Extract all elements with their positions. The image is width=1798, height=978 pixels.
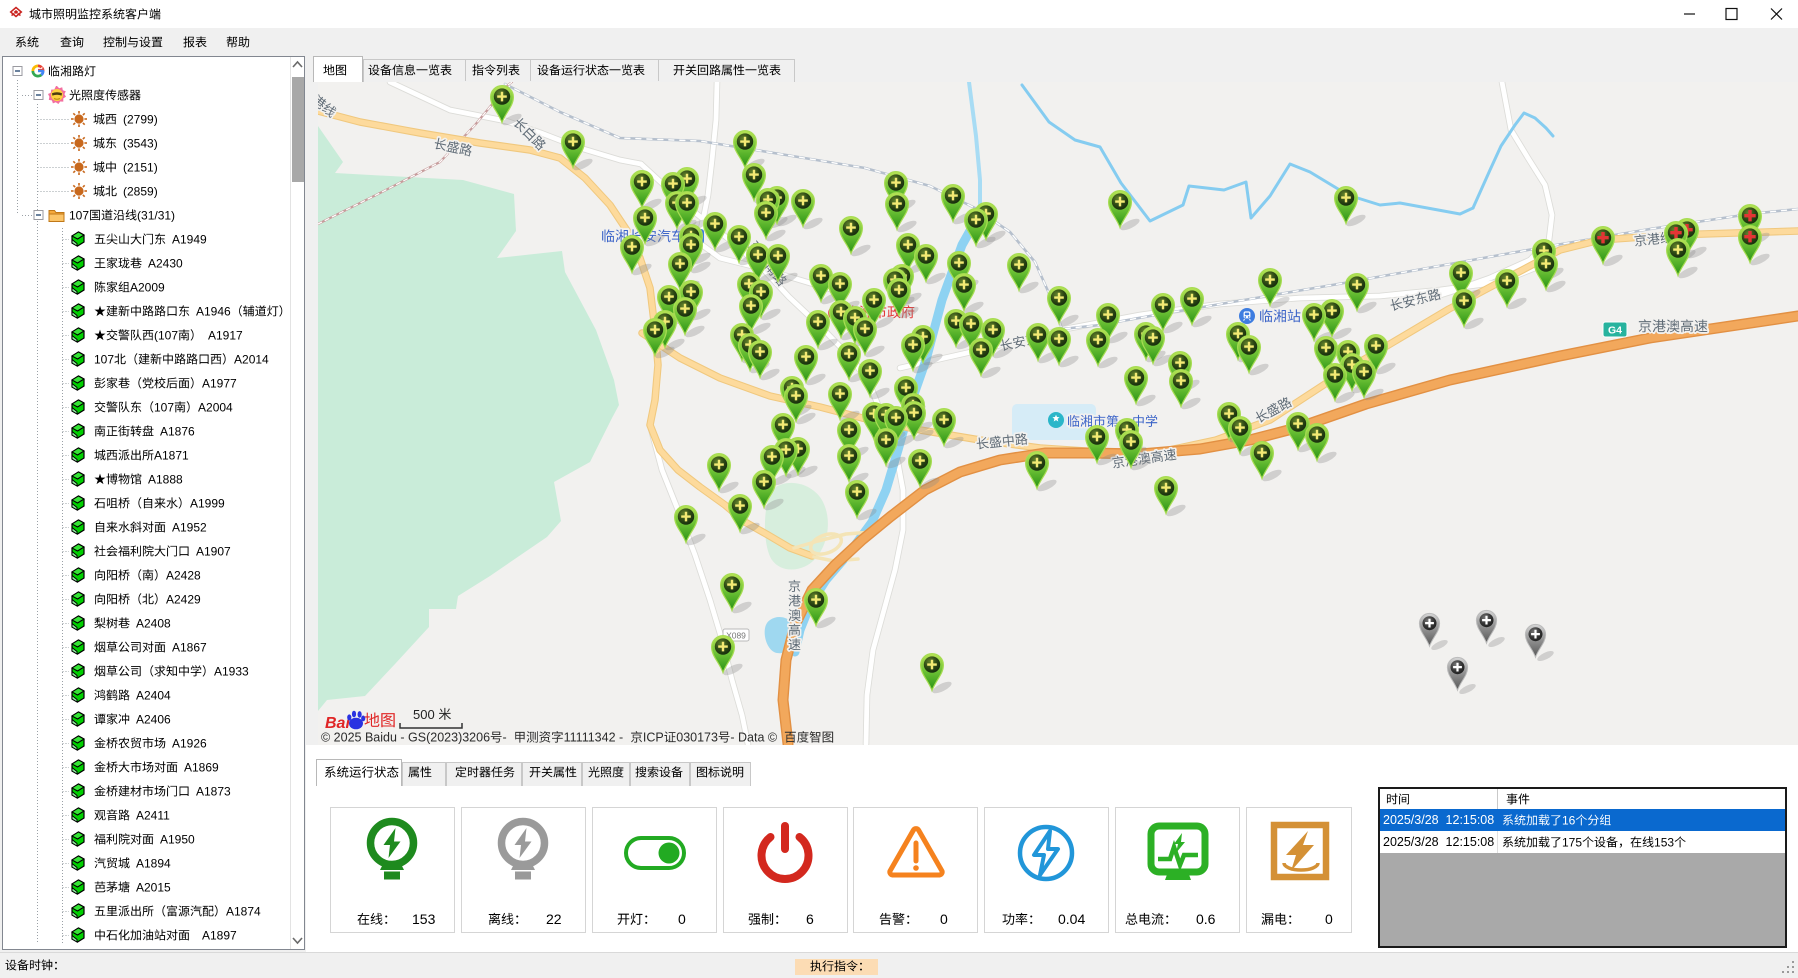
svg-text:G4: G4 [1608,325,1622,337]
svg-text:Bai: Bai [325,715,350,732]
svg-text:© 2025 Baidu - GS(2023)3206: © 2025 Baidu - GS(2023)3206 [321,731,490,745]
svg-text:11111342 -: 11111342 - [564,731,624,745]
svg-text:ICP: ICP [643,731,664,745]
svg-text:-: - [503,731,507,745]
svg-text:030173: 030173 [676,731,718,745]
svg-text:- Data ©: - Data © [730,731,778,745]
svg-text:500: 500 [413,707,435,722]
